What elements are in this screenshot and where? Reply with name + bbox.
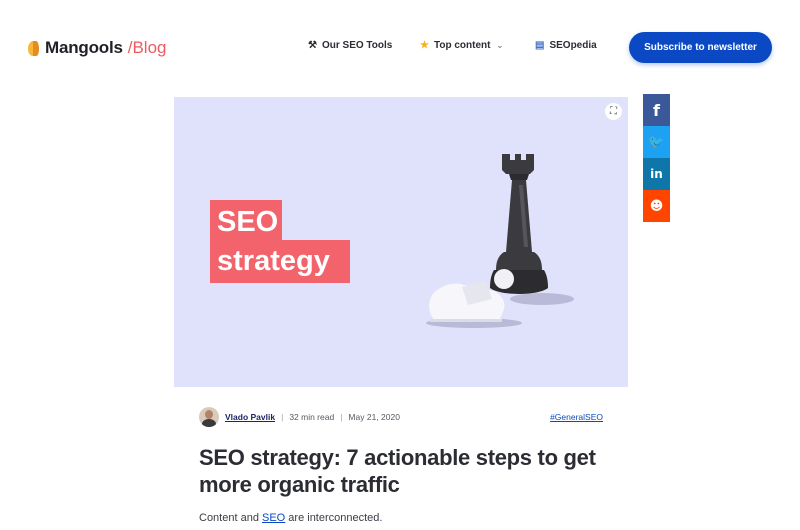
seo-link[interactable]: SEO bbox=[262, 512, 285, 524]
tools-icon: ⚒ bbox=[308, 40, 317, 51]
hero-text-seo: SEO bbox=[217, 206, 278, 238]
linkedin-icon: in bbox=[650, 167, 663, 181]
expand-icon[interactable]: ⛶ bbox=[605, 103, 622, 120]
read-time: 32 min read bbox=[289, 412, 335, 422]
twitter-share-button[interactable]: 🐦 bbox=[643, 126, 670, 158]
nav-label: Our SEO Tools bbox=[321, 40, 393, 51]
reddit-icon: ☻ bbox=[649, 198, 664, 214]
mangools-logo-icon bbox=[28, 40, 39, 56]
nav-label: SEOpedia bbox=[549, 40, 597, 51]
author-avatar[interactable] bbox=[199, 407, 219, 427]
book-icon: ▤ bbox=[535, 40, 545, 51]
hero-text-strategy: strategy bbox=[217, 245, 330, 277]
publish-date: May 21, 2020 bbox=[348, 412, 400, 422]
chevron-down-icon: ⌄ bbox=[496, 41, 504, 50]
rook-shadow bbox=[510, 293, 574, 305]
chess-illustration: SEO strategy bbox=[210, 154, 574, 328]
nav-item-top-content[interactable]: ★ Top content ⌄ bbox=[420, 40, 503, 51]
category-tag-link[interactable]: #GeneralSEO bbox=[550, 412, 603, 422]
nav-item-seo-tools[interactable]: ⚒ Our SEO Tools bbox=[308, 40, 392, 51]
star-icon: ★ bbox=[420, 40, 429, 51]
nav-item-seopedia[interactable]: ▤ SEOpedia bbox=[535, 40, 597, 51]
share-bar: f 🐦 in ☻ bbox=[643, 94, 670, 222]
facebook-share-button[interactable]: f bbox=[643, 94, 670, 126]
article-title: SEO strategy: 7 actionable steps to get … bbox=[199, 445, 596, 497]
linkedin-share-button[interactable]: in bbox=[643, 158, 670, 190]
logo[interactable]: Mangools /Blog bbox=[28, 38, 166, 58]
facebook-icon: f bbox=[653, 100, 660, 120]
logo-section: /Blog bbox=[127, 38, 167, 57]
author-link[interactable]: Vlado Pavlik bbox=[225, 412, 275, 422]
hero-image: SEO strategy ⛶ bbox=[174, 97, 628, 387]
intro-text: Content and bbox=[199, 512, 262, 524]
white-pawn-icon bbox=[429, 269, 514, 322]
subscribe-button[interactable]: Subscribe to newsletter bbox=[629, 32, 772, 63]
article-intro: Content and SEO are interconnected. bbox=[199, 512, 382, 524]
article-meta: Vlado Pavlik | 32 min read | May 21, 202… bbox=[199, 406, 603, 428]
site-header: Mangools /Blog ⚒ Our SEO Tools ★ Top con… bbox=[0, 0, 800, 94]
divider: | bbox=[281, 412, 284, 422]
divider: | bbox=[340, 412, 343, 422]
nav-label: Top content bbox=[433, 40, 491, 51]
twitter-icon: 🐦 bbox=[648, 134, 665, 150]
reddit-share-button[interactable]: ☻ bbox=[643, 190, 670, 222]
logo-name: Mangools bbox=[45, 38, 123, 57]
intro-text-end: are interconnected. bbox=[285, 512, 383, 524]
